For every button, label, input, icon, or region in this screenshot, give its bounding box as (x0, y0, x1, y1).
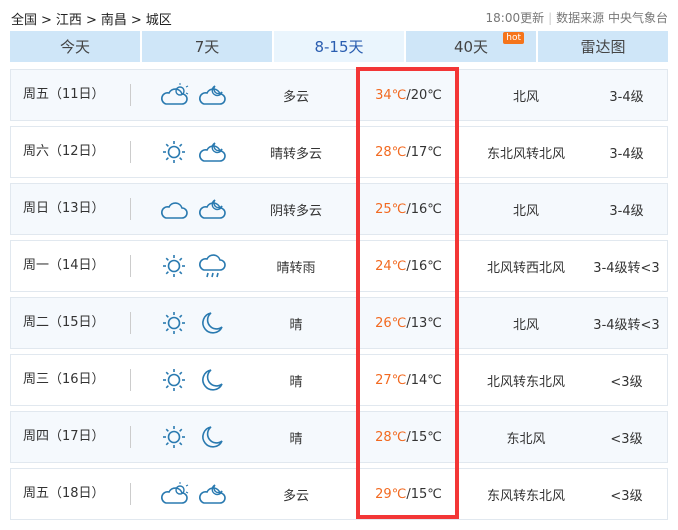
rain-icon (199, 254, 226, 278)
wind-direction: 东北风 (506, 431, 546, 447)
wind-direction: 北风转东北风 (486, 374, 565, 390)
day-label: 周六（12日） (11, 141, 131, 163)
weather-desc: 晴转雨 (276, 260, 316, 276)
sun-icon (163, 255, 185, 277)
update-time: 18:00更新 (485, 11, 545, 25)
forecast-tabs: 今天 7天 8-15天 40天 hot 雷达图 (10, 31, 668, 62)
data-source: 数据来源 中央气象台 (556, 11, 668, 25)
sun-icon (163, 312, 185, 334)
moon-icon (202, 312, 223, 334)
weather-desc: 晴 (289, 431, 303, 447)
weather-desc: 多云 (282, 488, 309, 504)
day-label: 周五（11日） (11, 84, 131, 106)
cloud-moon-icon (199, 199, 226, 219)
wind-direction: 北风 (512, 89, 539, 105)
day-label: 周日（13日） (11, 198, 131, 220)
crumb-district: 城区 (145, 13, 172, 28)
wind-direction: 北风 (512, 317, 539, 333)
tab-today[interactable]: 今天 (10, 31, 140, 62)
wind-level: 3-4级 (609, 146, 644, 162)
forecast-row: 周二（15日） 晴 26℃/13℃ 北风 3-4级转<3 (10, 297, 668, 349)
wind-direction: 北风转西北风 (486, 260, 565, 276)
forecast-row: 周六（12日） 晴转多云 28℃/17℃ 东北风转北风 3-4级 (10, 126, 668, 178)
tab-radar[interactable]: 雷达图 (538, 31, 668, 62)
crumb-all[interactable]: 全国 (11, 13, 37, 28)
tab-7days[interactable]: 7天 (142, 31, 272, 62)
crumb-jiangxi[interactable]: 江西 (56, 13, 82, 28)
weather-icons (131, 367, 241, 393)
wind-direction: 东北风转北风 (486, 146, 565, 162)
wind-level: <3级 (610, 374, 643, 390)
crumb-sep: > (130, 13, 142, 28)
cloud-moon-icon (199, 85, 226, 105)
sun-icon (163, 369, 185, 391)
crumb-sep: > (41, 13, 52, 28)
sun-icon (163, 426, 185, 448)
tab-8-15days[interactable]: 8-15天 (274, 31, 404, 62)
wind-direction: 东风转东北风 (486, 488, 565, 504)
wind-level: <3级 (610, 488, 643, 504)
moon-icon (202, 426, 223, 448)
weather-icons (131, 310, 241, 336)
temperature-highlight-box (356, 67, 459, 519)
wind-level: 3-4级转<3 (593, 260, 660, 276)
day-label: 周一（14日） (11, 255, 131, 277)
crumb-nanchang[interactable]: 南昌 (101, 13, 127, 28)
weather-desc: 晴 (289, 374, 303, 390)
crumb-sep: > (85, 13, 97, 28)
update-info: 18:00更新 | 数据来源 中央气象台 (485, 11, 668, 25)
wind-level: 3-4级 (609, 203, 644, 219)
forecast-row: 周一（14日） 晴转雨 24℃/16℃ 北风转西北风 3-4级转<3 (10, 240, 668, 292)
breadcrumb: 全国 > 江西 > 南昌 > 城区 (11, 9, 176, 28)
weather-icons (131, 481, 241, 507)
cloud-icon (161, 202, 188, 219)
forecast-row: 周日（13日） 阴转多云 25℃/16℃ 北风 3-4级 (10, 183, 668, 235)
weather-icons (131, 139, 241, 165)
wind-direction: 北风 (512, 203, 539, 219)
forecast-list: 周五（11日） 多云 34℃/20℃ 北风 3-4级 周六（12日） 晴转多云 2… (10, 69, 668, 525)
wind-level: 3-4级 (609, 89, 644, 105)
weather-desc: 晴 (289, 317, 303, 333)
forecast-row: 周三（16日） 晴 27℃/14℃ 北风转东北风 <3级 (10, 354, 668, 406)
wind-level: 3-4级转<3 (593, 317, 660, 333)
cloud-moon-icon (199, 484, 226, 504)
cloud-sun-icon (161, 482, 189, 504)
tab-40days[interactable]: 40天 hot (406, 31, 536, 62)
weather-desc: 多云 (282, 89, 309, 105)
cloud-sun-icon (161, 83, 189, 105)
forecast-row: 周五（11日） 多云 34℃/20℃ 北风 3-4级 (10, 69, 668, 121)
moon-icon (202, 369, 223, 391)
forecast-row: 周五（18日） 多云 29℃/15℃ 东风转东北风 <3级 (10, 468, 668, 520)
day-label: 周五（18日） (11, 483, 131, 505)
day-label: 周二（15日） (11, 312, 131, 334)
day-label: 周四（17日） (11, 426, 131, 448)
weather-desc: 晴转多云 (269, 146, 322, 162)
weather-icons (131, 82, 241, 108)
weather-icons (131, 196, 241, 222)
cloud-moon-icon (199, 142, 226, 162)
wind-level: <3级 (610, 431, 643, 447)
sun-icon (163, 141, 185, 163)
weather-desc: 阴转多云 (269, 203, 322, 219)
hot-badge: hot (503, 32, 524, 44)
weather-icons (131, 253, 241, 279)
weather-icons (131, 424, 241, 450)
day-label: 周三（16日） (11, 369, 131, 391)
forecast-row: 周四（17日） 晴 28℃/15℃ 东北风 <3级 (10, 411, 668, 463)
